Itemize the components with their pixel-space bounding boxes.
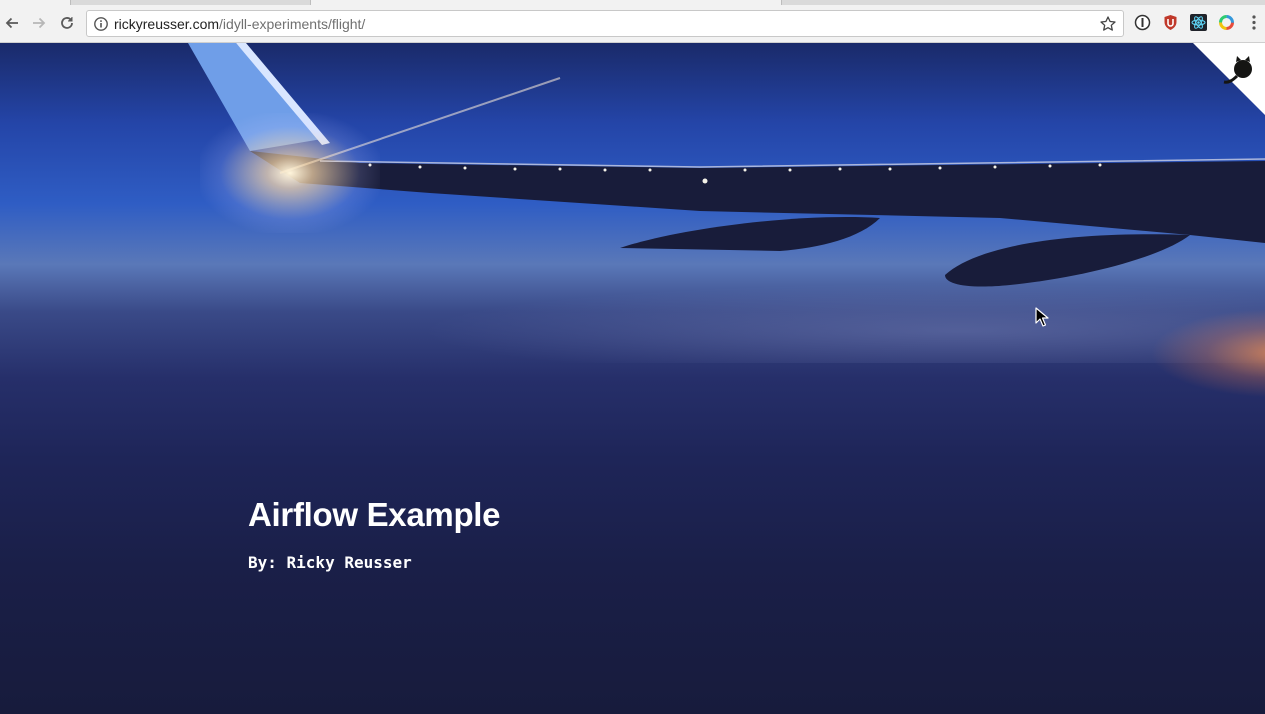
address-bar[interactable]: rickyreusser.com/idyll-experiments/fligh… xyxy=(86,10,1124,37)
forward-arrow-icon xyxy=(33,17,46,29)
colorpicker-icon[interactable] xyxy=(1218,14,1235,31)
ublock-icon[interactable] xyxy=(1162,14,1179,31)
back-arrow-icon xyxy=(5,17,18,29)
url-text[interactable]: rickyreusser.com/idyll-experiments/fligh… xyxy=(114,16,365,32)
reload-button[interactable] xyxy=(56,12,78,34)
wingtip-light-flare xyxy=(200,113,380,233)
active-tab-edge[interactable] xyxy=(310,0,782,5)
url-path: /idyll-experiments/flight/ xyxy=(219,16,366,32)
reload-icon xyxy=(61,17,73,29)
info-icon[interactable] xyxy=(93,16,109,32)
tab-strip xyxy=(0,0,1265,5)
menu-dots-icon[interactable] xyxy=(1247,14,1261,31)
airplane-wing-image xyxy=(188,43,1265,287)
hero-background xyxy=(0,43,1265,714)
author-byline: By: Ricky Reusser xyxy=(248,553,412,572)
forward-button[interactable] xyxy=(28,12,50,34)
browser-toolbar: rickyreusser.com/idyll-experiments/fligh… xyxy=(0,0,1265,43)
github-corner-link[interactable] xyxy=(1193,43,1265,115)
tab-edge-left[interactable] xyxy=(0,0,71,5)
page-title: Airflow Example xyxy=(248,496,501,533)
onepassword-icon[interactable] xyxy=(1134,14,1151,31)
react-devtools-icon[interactable] xyxy=(1190,14,1207,31)
url-host: rickyreusser.com xyxy=(114,16,220,32)
back-button[interactable] xyxy=(1,12,23,34)
mouse-cursor-icon xyxy=(1035,307,1049,327)
star-icon[interactable] xyxy=(1099,15,1117,33)
